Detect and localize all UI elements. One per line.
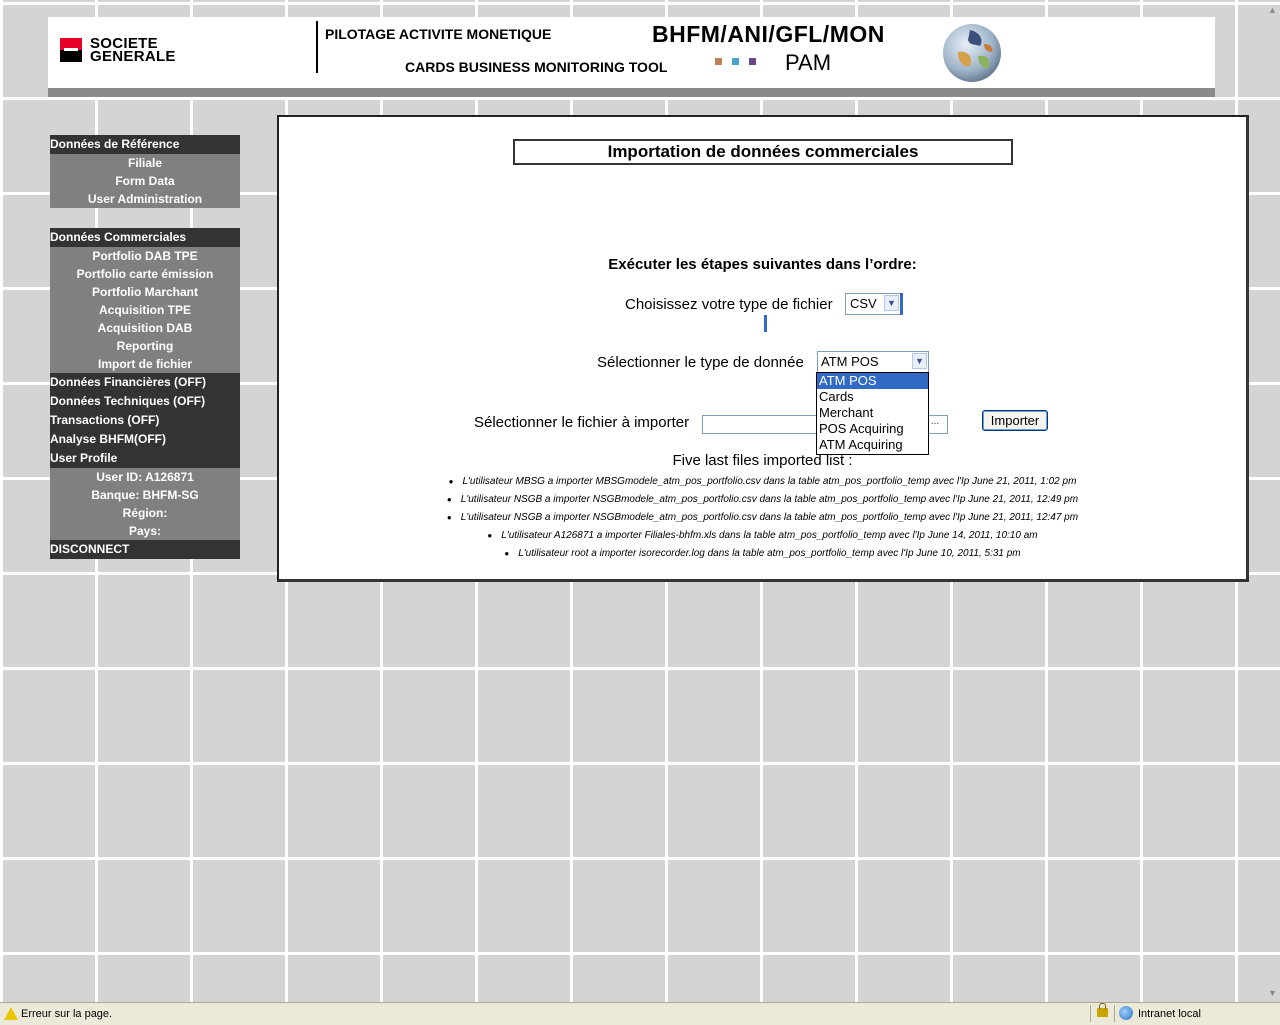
app-title-french: PILOTAGE ACTIVITE MONETIQUE xyxy=(325,26,552,42)
header-bar xyxy=(48,88,1215,97)
menu-item-import-fichier[interactable]: Import de fichier xyxy=(50,355,240,373)
import-button[interactable]: Importer xyxy=(982,410,1048,431)
logo-line2: GENERALE xyxy=(90,48,176,65)
societe-generale-logo-icon xyxy=(60,38,82,62)
dropdown-option-pos-acquiring[interactable]: POS Acquiring xyxy=(817,421,928,437)
profile-bank: Banque: BHFM-SG xyxy=(50,486,240,504)
logo-text: SOCIETE GENERALE xyxy=(90,36,176,65)
profile-user-id: User ID: A126871 xyxy=(50,468,240,486)
decor-dot-icon xyxy=(732,58,739,65)
data-type-value: ATM POS xyxy=(821,354,879,369)
menu-reference-data: Données de Référence Filiale Form Data U… xyxy=(50,135,240,208)
menu-commercial-data: Données Commerciales Portfolio DAB TPE P… xyxy=(50,228,240,373)
app-code: BHFM/ANI/GFL/MON xyxy=(652,21,885,47)
menu-item-user-administration[interactable]: User Administration xyxy=(50,190,240,208)
menu-item-acquisition-dab[interactable]: Acquisition DAB xyxy=(50,319,240,337)
menu-other-sections: Données Financières (OFF) Données Techni… xyxy=(50,373,240,559)
focus-indicator xyxy=(764,315,767,332)
file-picker-label: Sélectionner le fichier à importer xyxy=(474,414,690,431)
instructions-text: Exécuter les étapes suivantes dans l’ord… xyxy=(608,256,917,273)
dropdown-option-atm-acquiring[interactable]: ATM Acquiring xyxy=(817,437,928,453)
menu-item-transactions[interactable]: Transactions (OFF) xyxy=(50,411,240,430)
profile-country: Pays: xyxy=(50,522,240,540)
chevron-down-icon[interactable]: ▼ xyxy=(884,295,899,311)
profile-region: Région: xyxy=(50,504,240,522)
menu-item-portfolio-carte-emission[interactable]: Portfolio carte émission xyxy=(50,265,240,283)
menu-item-donnees-techniques[interactable]: Données Techniques (OFF) xyxy=(50,392,240,411)
status-bar: Erreur sur la page. Intranet local xyxy=(0,1002,1280,1025)
focus-indicator xyxy=(900,293,903,315)
menu-item-filiale[interactable]: Filiale xyxy=(50,154,240,172)
file-type-value: CSV xyxy=(850,296,877,311)
header-banner: SOCIETE GENERALE PILOTAGE ACTIVITE MONET… xyxy=(48,17,1215,89)
data-type-select[interactable]: ATM POS ▼ xyxy=(817,351,929,373)
menu-item-form-data[interactable]: Form Data xyxy=(50,172,240,190)
list-item: L'utilisateur NSGB a importer NSGBmodele… xyxy=(279,491,1246,509)
status-text[interactable]: Erreur sur la page. xyxy=(21,1008,112,1020)
menu-header-reference[interactable]: Données de Référence xyxy=(50,135,240,154)
menu-item-acquisition-tpe[interactable]: Acquisition TPE xyxy=(50,301,240,319)
status-separator xyxy=(1090,1005,1091,1022)
file-type-label: Choisissez votre type de fichier xyxy=(625,296,833,313)
main-panel: Importation de données commerciales Exéc… xyxy=(277,115,1249,582)
dropdown-option-cards[interactable]: Cards xyxy=(817,389,928,405)
dropdown-option-atm-pos[interactable]: ATM POS xyxy=(817,373,928,389)
list-item: L'utilisateur MBSG a importer MBSGmodele… xyxy=(279,473,1246,491)
warning-icon[interactable] xyxy=(4,1007,18,1020)
files-list-title: Five last files imported list : xyxy=(672,452,853,469)
file-type-select[interactable]: CSV ▼ xyxy=(845,293,901,315)
data-type-label: Sélectionner le type de donnée xyxy=(597,354,804,371)
menu-item-portfolio-marchant[interactable]: Portfolio Marchant xyxy=(50,283,240,301)
scroll-down-icon[interactable]: ▼ xyxy=(1268,988,1277,998)
dropdown-option-merchant[interactable]: Merchant xyxy=(817,405,928,421)
header-divider xyxy=(316,21,318,73)
imported-files-list: L'utilisateur MBSG a importer MBSGmodele… xyxy=(279,473,1246,563)
page-title: Importation de données commerciales xyxy=(513,139,1013,165)
menu-header-user-profile: User Profile xyxy=(50,449,240,468)
menu-item-portfolio-dab-tpe[interactable]: Portfolio DAB TPE xyxy=(50,247,240,265)
globe-icon xyxy=(943,24,1001,82)
menu-header-commercial[interactable]: Données Commerciales xyxy=(50,228,240,247)
decor-dot-icon xyxy=(749,58,756,65)
disconnect-link[interactable]: DISCONNECT xyxy=(50,540,240,559)
menu-item-reporting[interactable]: Reporting xyxy=(50,337,240,355)
status-separator xyxy=(1114,1005,1115,1022)
menu-item-donnees-financieres[interactable]: Données Financières (OFF) xyxy=(50,373,240,392)
list-item: L'utilisateur root a importer isorecorde… xyxy=(279,545,1246,563)
app-short-name: PAM xyxy=(785,50,832,75)
data-type-dropdown-list: ATM POS Cards Merchant POS Acquiring ATM… xyxy=(816,372,929,455)
scroll-up-icon[interactable]: ▲ xyxy=(1268,5,1277,15)
app-title-english: CARDS BUSINESS MONITORING TOOL xyxy=(405,59,668,75)
list-item: L'utilisateur NSGB a importer NSGBmodele… xyxy=(279,509,1246,527)
lock-icon xyxy=(1097,1003,1108,1017)
intranet-icon xyxy=(1119,1006,1133,1020)
list-item: L'utilisateur A126871 a importer Filiale… xyxy=(279,527,1246,545)
menu-item-analyse-bhfm[interactable]: Analyse BHFM(OFF) xyxy=(50,430,240,449)
security-zone-text: Intranet local xyxy=(1138,1008,1201,1020)
decor-dot-icon xyxy=(715,58,722,65)
chevron-down-icon[interactable]: ▼ xyxy=(912,353,927,369)
